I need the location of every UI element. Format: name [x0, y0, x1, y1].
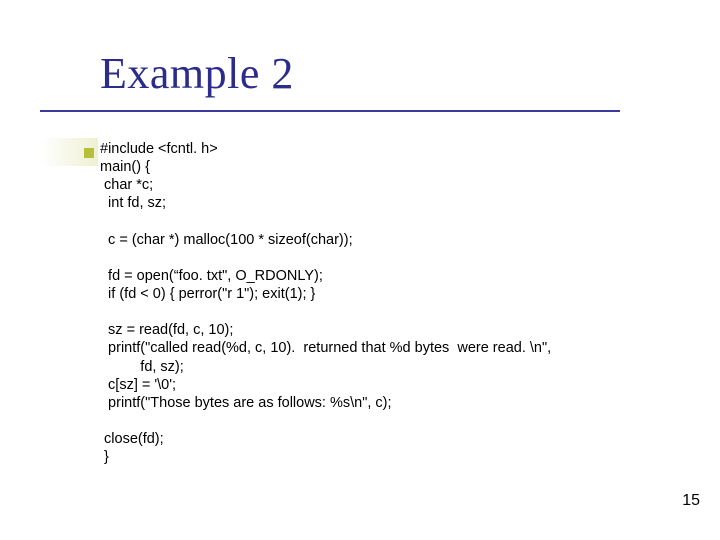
- slide-title: Example 2: [100, 48, 294, 99]
- slide: Example 2 #include <fcntl. h> main() { c…: [0, 0, 720, 540]
- bullet-square-icon: [84, 148, 94, 158]
- title-wrap: Example 2: [100, 48, 294, 99]
- page-number: 15: [682, 492, 700, 510]
- code-block: #include <fcntl. h> main() { char *c; in…: [100, 140, 680, 466]
- title-underline: [40, 110, 620, 112]
